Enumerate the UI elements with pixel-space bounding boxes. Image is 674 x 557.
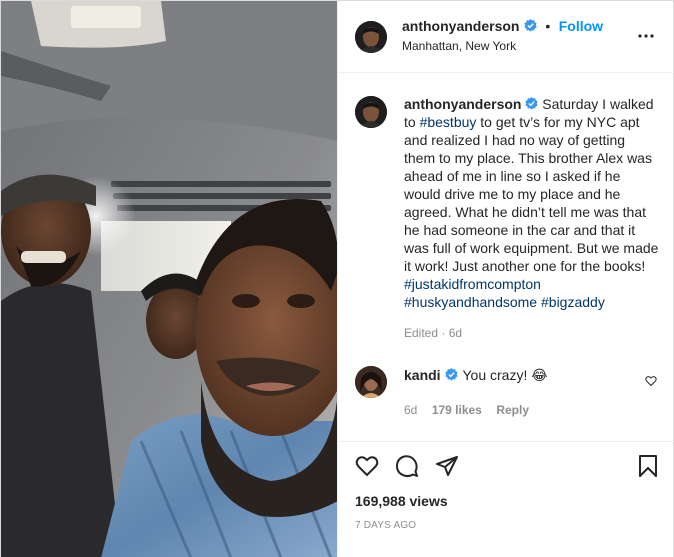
- post-actions-section: 169,988 views 7 DAYS AGO: [338, 441, 674, 557]
- commenter-avatar[interactable]: [355, 366, 387, 398]
- comment-text: You crazy! 😂: [462, 367, 548, 383]
- post-header: anthonyanderson • Follow Manhattan, New …: [338, 1, 674, 73]
- verified-badge-icon: [524, 19, 537, 32]
- author-avatar-image: [355, 21, 387, 53]
- like-heart-icon[interactable]: [355, 454, 379, 478]
- hashtag-huskyandhandsome[interactable]: #huskyandhandsome: [404, 294, 537, 310]
- caption-author-avatar[interactable]: [355, 96, 387, 128]
- comment-age: 6d: [404, 403, 418, 417]
- header-title-row: anthonyanderson • Follow: [402, 18, 603, 36]
- hashtag-bestbuy[interactable]: #bestbuy: [420, 114, 477, 130]
- comment-reply-button[interactable]: Reply: [496, 403, 529, 417]
- save-bookmark-icon[interactable]: [637, 454, 659, 478]
- comment-like-heart-icon[interactable]: [645, 375, 657, 387]
- post-location[interactable]: Manhattan, New York: [402, 39, 516, 53]
- hashtag-bigzaddy[interactable]: #bigzaddy: [541, 294, 605, 310]
- caption-edited-timestamp: Edited · 6d: [404, 326, 463, 340]
- comment-row: kandi You crazy! 😂: [404, 367, 548, 385]
- post-photo[interactable]: [1, 1, 337, 557]
- commenter-avatar-image: [355, 366, 387, 398]
- header-separator: •: [545, 18, 551, 34]
- author-avatar[interactable]: [355, 21, 387, 53]
- comment-bubble-icon[interactable]: [395, 454, 419, 478]
- follow-button[interactable]: Follow: [559, 18, 603, 34]
- instagram-post: anthonyanderson • Follow Manhattan, New …: [0, 0, 674, 557]
- commenter-username[interactable]: kandi: [404, 367, 441, 383]
- share-paper-plane-icon[interactable]: [435, 454, 459, 478]
- post-date: 7 DAYS AGO: [355, 520, 417, 531]
- commenter-verified-badge-icon: [445, 368, 458, 381]
- more-options-icon[interactable]: [637, 27, 655, 45]
- comment-meta: 6d 179 likes Reply: [404, 401, 529, 419]
- author-username[interactable]: anthonyanderson: [402, 18, 519, 34]
- hashtag-justakidfromcompton[interactable]: #justakidfromcompton: [404, 276, 541, 292]
- caption-avatar-image: [355, 96, 387, 128]
- photo-illustration: [1, 1, 337, 557]
- post-caption: anthonyanderson Saturday I walked to #be…: [404, 95, 659, 311]
- comment-likes[interactable]: 179 likes: [432, 403, 482, 417]
- caption-username[interactable]: anthonyanderson: [404, 96, 521, 112]
- caption-verified-badge-icon: [525, 97, 538, 110]
- views-count[interactable]: 169,988 views: [355, 493, 448, 509]
- caption-text-part-2: to get tv’s for my NYC apt and realized …: [404, 114, 659, 274]
